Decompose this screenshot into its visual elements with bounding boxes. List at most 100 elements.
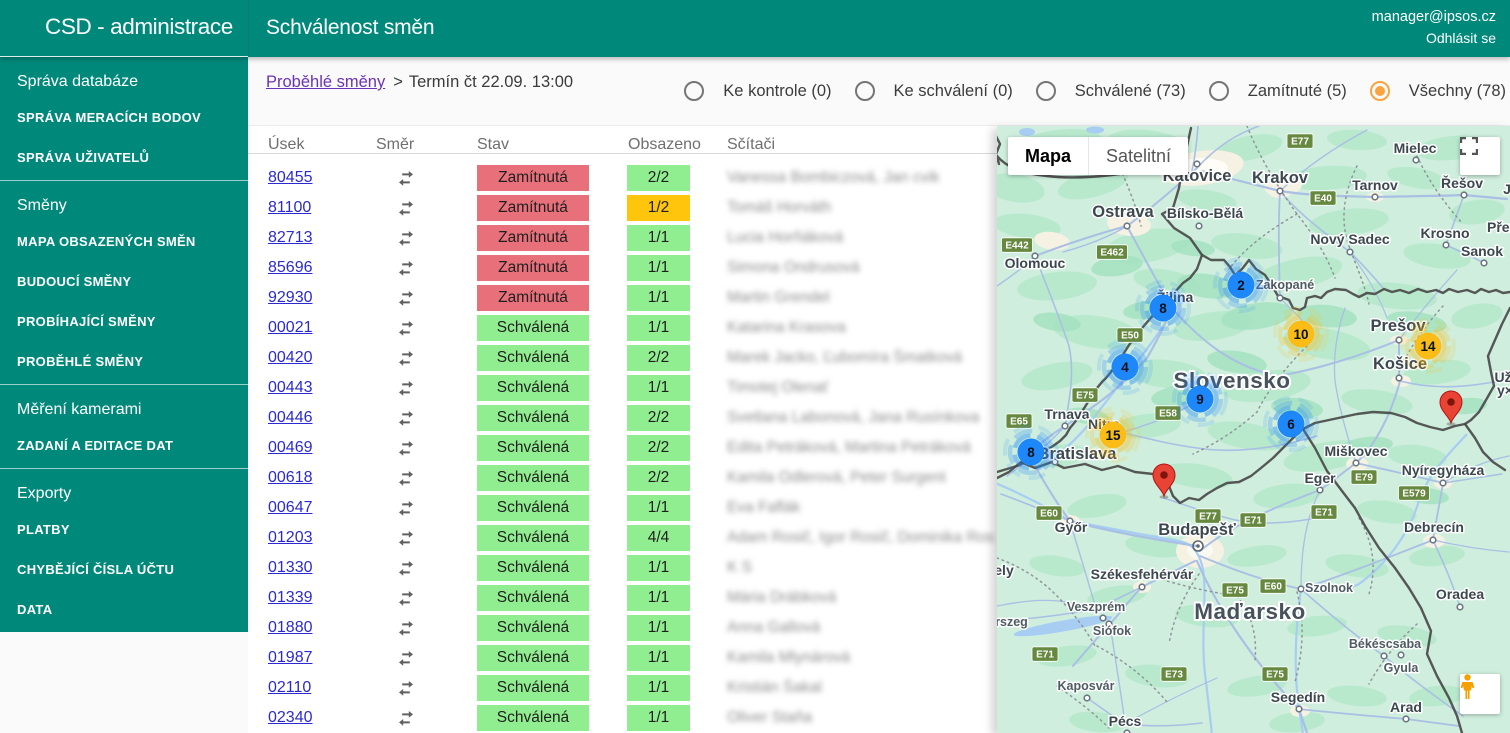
counters-names: Tomáš Horváth [727, 193, 831, 223]
usek-link[interactable]: 85696 [268, 259, 313, 276]
radio-icon[interactable] [684, 81, 704, 101]
brand-block: CSD - administrace [0, 0, 248, 57]
usek-link[interactable]: 00446 [268, 409, 313, 426]
header-divider [248, 0, 249, 57]
city-label: Tarnov [1352, 177, 1398, 193]
radio-option-2[interactable]: Ke schválení (0) [855, 81, 1013, 101]
pegman-button[interactable] [1460, 674, 1500, 714]
counters-names: Oliver Staňa [727, 703, 812, 733]
smer-cell [396, 678, 416, 698]
radio-selected-icon[interactable] [1370, 81, 1390, 101]
usek-link[interactable]: 00443 [268, 379, 313, 396]
app-title: CSD - administrace [45, 14, 233, 40]
sidebar-item-platby[interactable]: PLATBY [0, 510, 248, 550]
sidebar-item-spr-va-u-ivatel-[interactable]: SPRÁVA UŽIVATELŮ [0, 138, 248, 178]
cluster-count: 9 [1196, 392, 1204, 407]
usek-link[interactable]: 80455 [268, 169, 313, 186]
map-city: J [1503, 181, 1510, 197]
usek-link[interactable]: 01880 [268, 619, 313, 636]
satellite-button[interactable]: Satelitní [1089, 137, 1188, 175]
usek-link[interactable]: 82713 [268, 229, 313, 246]
smer-cell [396, 468, 416, 488]
counters-names: Vanessa Bombiczová, Jan cvik [727, 163, 940, 193]
occupancy-badge: 1/1 [627, 285, 690, 311]
occupancy-badge: 1/2 [627, 195, 690, 221]
usek-cell: 00420 [268, 343, 313, 373]
usek-cell: 01880 [268, 613, 313, 643]
city-label: Trnava [1044, 406, 1089, 422]
usek-link[interactable]: 02340 [268, 709, 313, 726]
smer-cell [396, 228, 416, 248]
map-road-shield: E462 [1097, 245, 1128, 259]
usek-cell: 00618 [268, 463, 313, 493]
status-badge: Schválená [477, 345, 589, 371]
logout-link[interactable]: Odhlásit se [1372, 28, 1496, 49]
radio-icon[interactable] [855, 81, 875, 101]
usek-link[interactable]: 92930 [268, 289, 313, 306]
usek-cell: 00469 [268, 433, 313, 463]
shield-code: E77 [1291, 137, 1309, 148]
usek-link[interactable]: 01339 [268, 589, 313, 606]
usek-link[interactable]: 01987 [268, 649, 313, 666]
status-badge: Schválená [477, 675, 589, 701]
usek-link[interactable]: 00647 [268, 499, 313, 516]
map-button[interactable]: Mapa [1008, 137, 1088, 175]
map-container[interactable]: E77E40E442E462E50E75E58E65E60E79E579E77E… [997, 126, 1510, 733]
sidebar-item-prob-haj-c-sm-ny[interactable]: PROBÍHAJÍCÍ SMĚNY [0, 302, 248, 342]
status-badge: Schválená [477, 465, 589, 491]
usek-link[interactable]: 00021 [268, 319, 313, 336]
counters-names: Svetlana Labonová, Jana Rusínkova [727, 403, 979, 433]
sidebar-group: Správa databázeSPRÁVA MERACÍCH BODOVSPRÁ… [0, 57, 248, 181]
radio-option-3[interactable]: Schválené (73) [1036, 81, 1186, 101]
smer-cell [396, 648, 416, 668]
map-city: ely [997, 562, 1014, 578]
smer-cell [396, 258, 416, 278]
status-badge: Schválená [477, 435, 589, 461]
usek-link[interactable]: 00420 [268, 349, 313, 366]
radio-option-5[interactable]: Všechny (78) [1370, 81, 1506, 101]
page-title: Schválenost směn [266, 16, 434, 40]
sidebar-group-title: Měření kamerami [0, 388, 248, 426]
city-label: Oradea [1436, 586, 1484, 602]
sidebar-item-chyb-j-c-sla-tu[interactable]: CHYBĚJÍCÍ ČÍSLA ÚČTU [0, 550, 248, 590]
shield-code: E60 [1040, 509, 1058, 520]
sidebar-item-prob-hl-sm-ny[interactable]: PROBĚHLÉ SMĚNY [0, 342, 248, 382]
radio-icon[interactable] [1209, 81, 1229, 101]
shield-code: E73 [1165, 670, 1183, 681]
status-badge: Schválená [477, 705, 589, 731]
usek-link[interactable]: 01330 [268, 559, 313, 576]
usek-link[interactable]: 00618 [268, 469, 313, 486]
sidebar-item-budouc-sm-ny[interactable]: BUDOUCÍ SMĚNY [0, 262, 248, 302]
status-badge: Zamítnutá [477, 225, 589, 251]
radio-icon[interactable] [1036, 81, 1056, 101]
city-dot [1457, 604, 1463, 610]
fullscreen-button[interactable] [1460, 137, 1500, 175]
radio-option-4[interactable]: Zamítnuté (5) [1209, 81, 1347, 101]
usek-link[interactable]: 81100 [268, 199, 311, 216]
sidebar-item-mapa-obsazen-ch-sm-n[interactable]: MAPA OBSAZENÝCH SMĚN [0, 222, 248, 262]
swap-direction-icon [396, 408, 416, 428]
sidebar-item-zadan-a-editace-dat[interactable]: ZADANÍ A EDITACE DAT [0, 426, 248, 466]
usek-link[interactable]: 02110 [268, 679, 311, 696]
smer-cell [396, 498, 416, 518]
swap-direction-icon [396, 438, 416, 458]
sidebar-item-data[interactable]: DATA [0, 590, 248, 630]
city-dot [1403, 716, 1409, 722]
counters-names: Timotej Olenať [727, 373, 829, 403]
map-road-shield: E71 [1311, 505, 1337, 520]
breadcrumb-link[interactable]: Proběhlé směny [266, 73, 385, 91]
breadcrumb: Proběhlé směny>Termín čt 22.09. 13:00 [266, 73, 573, 92]
swap-direction-icon [396, 648, 416, 668]
counters-names: Kamila Odlerová, Peter Surgent [727, 463, 946, 493]
sidebar-item-spr-va-merac-ch-bodov[interactable]: SPRÁVA MERACÍCH BODOV [0, 98, 248, 138]
map-city: Olomouc [1005, 253, 1066, 271]
city-dot [1124, 223, 1130, 229]
city-label: Székesfehérvár [1091, 566, 1194, 582]
usek-link[interactable]: 00469 [268, 439, 313, 456]
radio-option-1[interactable]: Ke kontrole (0) [684, 81, 831, 101]
usek-link[interactable]: 01203 [268, 529, 313, 546]
map-road-shield: E60 [1260, 579, 1286, 594]
smer-cell [396, 438, 416, 458]
pin-hole [1160, 471, 1168, 479]
counters-names: Lucia Horňáková [727, 223, 843, 253]
